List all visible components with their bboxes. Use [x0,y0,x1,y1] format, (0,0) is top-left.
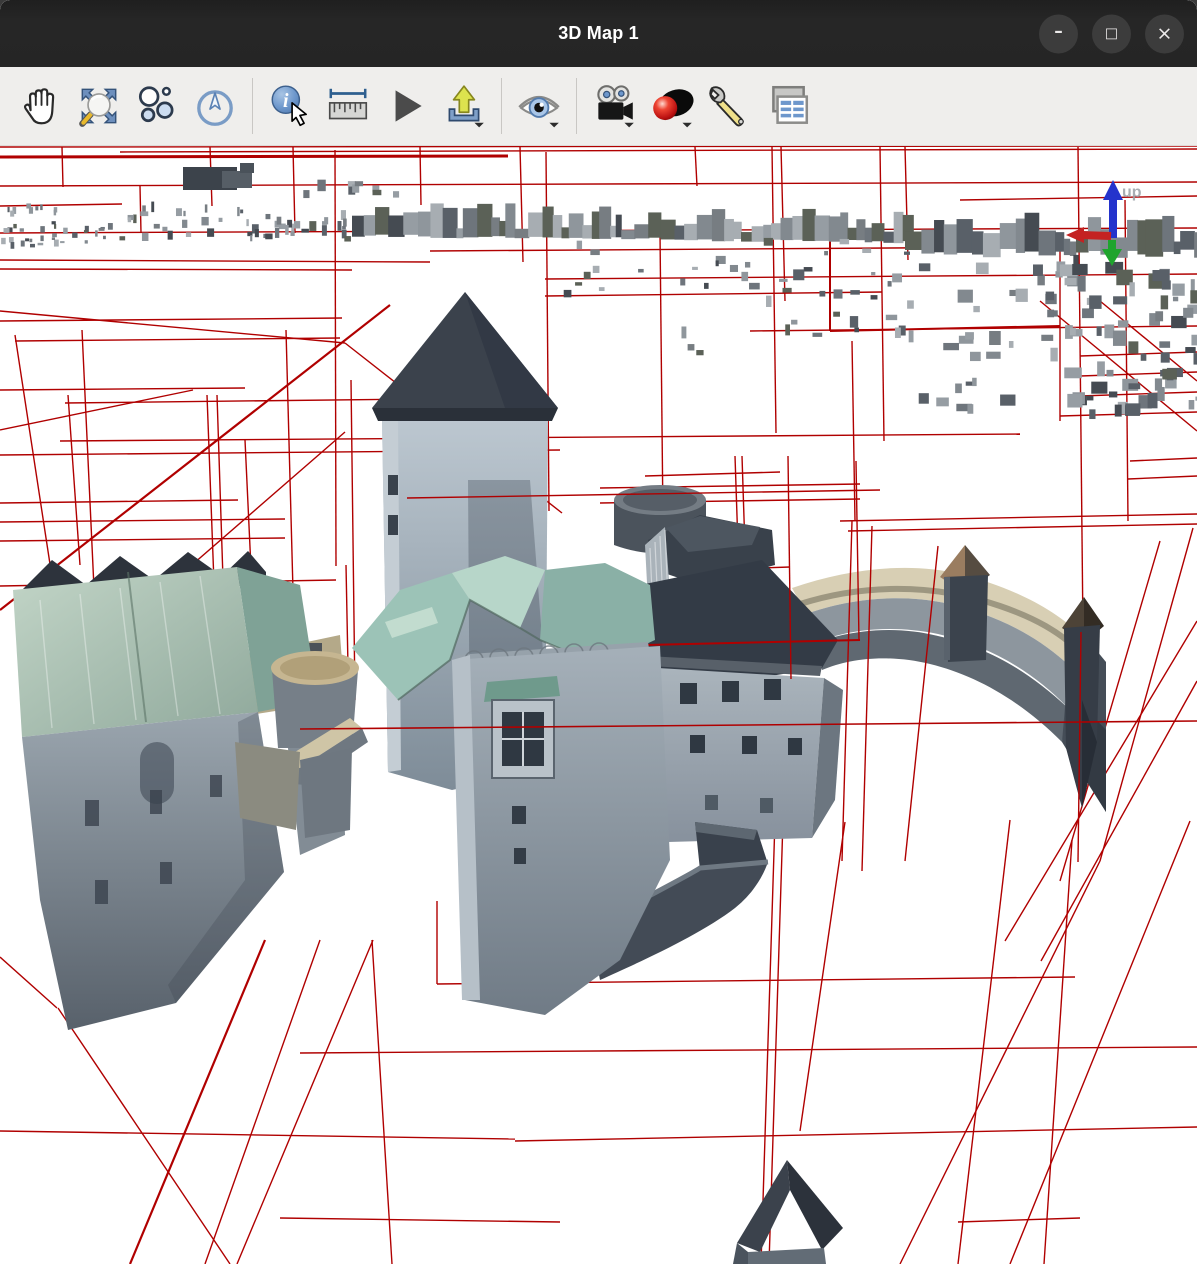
maximize-button[interactable]: □ [1092,14,1131,53]
toolbar-separator [501,78,502,134]
magnifier-arrows-icon [75,82,123,130]
hand-icon [17,82,65,130]
compass-icon [191,82,239,130]
ruler-icon [324,82,372,130]
toolbar-separator [252,78,253,134]
titlebar: 3D Map 1 – □ × [0,0,1197,67]
minimize-button[interactable]: – [1039,14,1078,53]
upload-tray-icon [440,82,488,130]
visibility-button[interactable] [510,75,568,137]
play-animation-button[interactable] [377,75,435,137]
castle-far-structures [245,485,1106,1264]
pan-tool-button[interactable] [12,75,70,137]
identify-button[interactable]: i [261,75,319,137]
distant-city [1,163,1197,419]
circles-icon [133,82,181,130]
info-cursor-icon: i [266,82,314,130]
svg-text:i: i [283,90,289,112]
measure-button[interactable] [319,75,377,137]
window-controls: – □ × [1039,14,1184,53]
axis-up-label: up [1122,184,1142,201]
report-window-icon [764,82,812,130]
zoom-circles-button[interactable] [128,75,186,137]
movie-camera-icon [590,82,638,130]
toolbar: i [0,67,1197,146]
camera-views-button[interactable] [585,75,643,137]
eye-icon [515,82,563,130]
toolbar-separator [576,78,577,134]
zoom-full-extent-button[interactable] [70,75,128,137]
close-button[interactable]: × [1145,14,1184,53]
scene-3d: up [0,146,1197,1264]
map-3d-viewport[interactable]: up [0,146,1197,1264]
red-sphere-icon [648,82,696,130]
settings-button[interactable] [701,75,759,137]
wrench-icon [706,82,754,130]
play-icon [382,82,430,130]
app-window: 3D Map 1 – □ × [0,0,1197,1264]
window-title: 3D Map 1 [558,23,639,44]
report-button[interactable] [759,75,817,137]
export-view-button[interactable] [435,75,493,137]
lighting-button[interactable] [643,75,701,137]
compass-north-button[interactable] [186,75,244,137]
